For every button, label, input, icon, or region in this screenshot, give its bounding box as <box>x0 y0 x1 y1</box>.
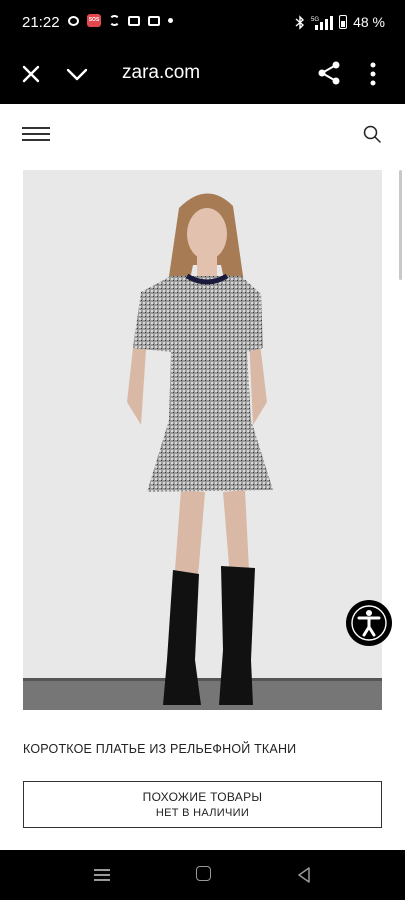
recent-apps-icon[interactable] <box>94 867 110 883</box>
back-icon[interactable] <box>296 866 312 884</box>
chevron-down-icon[interactable] <box>64 62 90 86</box>
status-right: 5G 48 % <box>295 14 385 30</box>
search-icon[interactable] <box>362 124 382 144</box>
sos-icon: SOS <box>87 14 101 27</box>
share-icon[interactable] <box>316 60 342 86</box>
system-navigation-bar <box>0 850 405 900</box>
product-image[interactable] <box>23 170 382 710</box>
signal-5g-icon: 5G <box>311 15 334 30</box>
accessibility-button[interactable] <box>346 600 392 646</box>
card-notification-icon <box>128 15 140 26</box>
more-notifications-dot-icon <box>168 18 173 23</box>
similar-items-button[interactable]: ПОХОЖИЕ ТОВАРЫ НЕТ В НАЛИЧИИ <box>23 781 382 828</box>
battery-icon <box>339 15 348 29</box>
status-bar: 21:22 SOS 5G 48 % <box>0 0 405 46</box>
message-notification-icon <box>148 15 160 26</box>
more-options-icon[interactable] <box>362 60 384 88</box>
notification-icons: SOS <box>68 14 173 27</box>
status-time: 21:22 <box>22 14 60 31</box>
stock-status-label: НЕТ В НАЛИЧИИ <box>155 807 250 819</box>
bluetooth-icon <box>295 14 305 30</box>
accessibility-icon <box>351 605 387 641</box>
close-icon[interactable] <box>19 62 43 86</box>
battery-level: 48 % <box>353 14 385 30</box>
scroll-indicator[interactable] <box>399 170 402 280</box>
url-label[interactable]: zara.com <box>122 62 200 84</box>
model-illustration <box>23 170 382 710</box>
browser-toolbar: zara.com <box>0 46 405 104</box>
chat-notification-icon <box>68 15 79 26</box>
menu-icon[interactable] <box>22 126 50 142</box>
home-icon[interactable] <box>196 866 211 881</box>
network-label: 5G <box>311 17 319 23</box>
similar-items-label: ПОХОЖИЕ ТОВАРЫ <box>142 790 263 804</box>
sync-icon <box>109 15 120 26</box>
product-name: КОРОТКОЕ ПЛАТЬЕ ИЗ РЕЛЬЕФНОЙ ТКАНИ <box>23 742 297 756</box>
